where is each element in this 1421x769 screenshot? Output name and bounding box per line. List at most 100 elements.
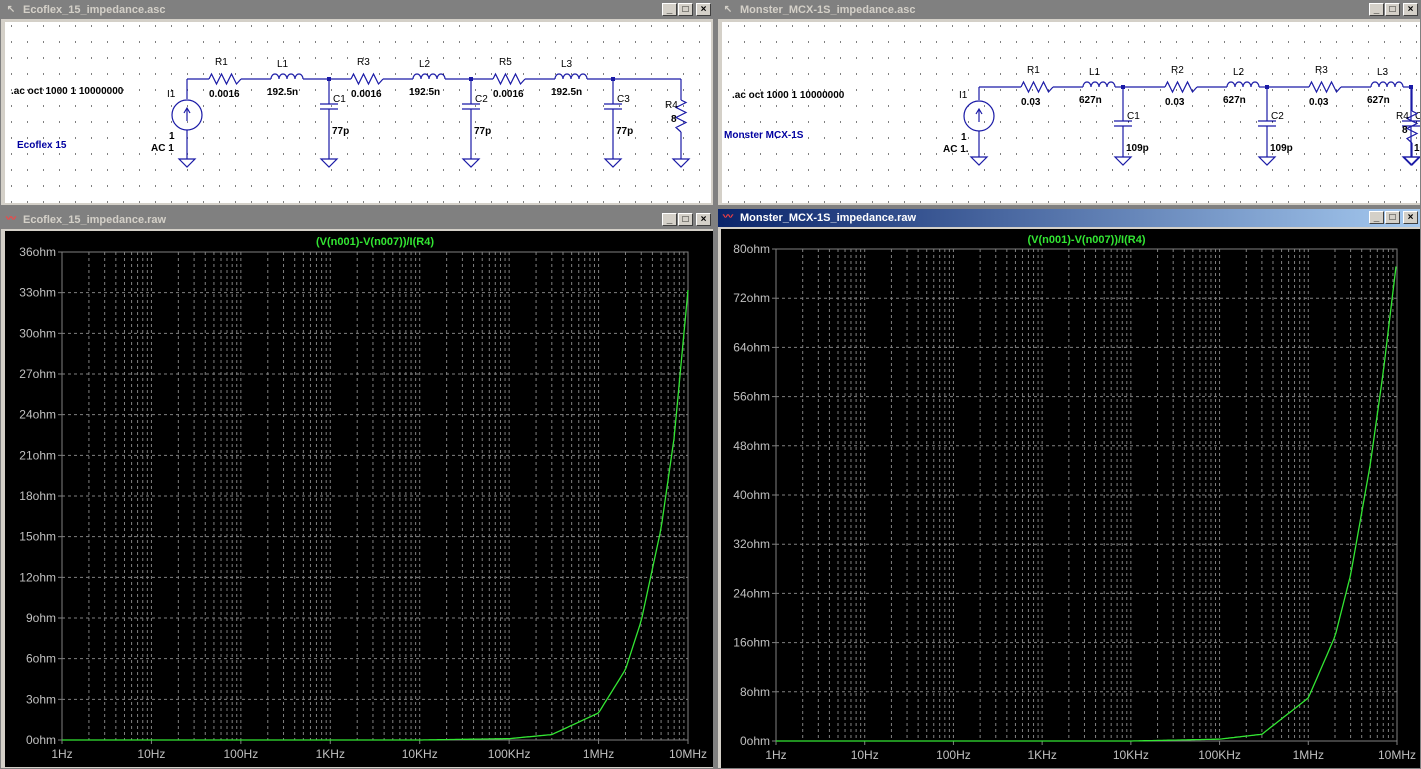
- resistor-name: R1: [1027, 65, 1040, 76]
- y-tick-label: 64ohm: [733, 340, 770, 354]
- resistor-value: 0.03: [1165, 97, 1185, 108]
- y-tick-label: 36ohm: [19, 245, 56, 259]
- waveform-icon: 〰: [723, 212, 733, 223]
- y-tick-label: 32ohm: [733, 537, 770, 551]
- spice-directive: .ac oct 1000 1 10000000: [11, 86, 124, 97]
- x-tick-label: 100KHz: [488, 747, 531, 761]
- maximize-button[interactable]: □: [1385, 3, 1400, 16]
- y-tick-label: 21ohm: [19, 448, 56, 462]
- inductor-symbol: [270, 73, 304, 80]
- x-tick-label: 100Hz: [936, 748, 971, 762]
- maximize-button[interactable]: □: [678, 213, 693, 226]
- y-tick-label: 56ohm: [733, 390, 770, 404]
- resistor-symbol: [492, 72, 526, 86]
- y-tick-label: 72ohm: [733, 291, 770, 305]
- y-tick-label: 24ohm: [19, 408, 56, 422]
- close-button[interactable]: ×: [1403, 211, 1418, 224]
- y-tick-label: 80ohm: [733, 242, 770, 256]
- inductor-name: L3: [561, 59, 573, 70]
- capacitor-name: C1: [333, 94, 346, 105]
- ground-symbol: [461, 158, 481, 168]
- x-tick-label: 10Hz: [137, 747, 165, 761]
- capacitor-name: C3: [617, 94, 630, 105]
- source-ac-value: AC 1: [151, 143, 174, 154]
- plot-area[interactable]: (V(n001)-V(n007))/I(R4) 0ohm 3ohm 6ohm 9ohm 1…: [5, 231, 713, 767]
- x-tick-label: 100Hz: [224, 747, 259, 761]
- resistor-value: 0.0016: [351, 89, 382, 100]
- schematic-drawing[interactable]: .ac oct 1000 1 10000000 Monster MCX-1S I1 1…: [722, 22, 1421, 203]
- trace-title: (V(n001)-V(n007))/I(R4): [316, 236, 434, 248]
- inductor-name: L3: [1377, 67, 1389, 78]
- window-title: Monster_MCX-1S_impedance.raw: [740, 212, 917, 224]
- y-tick-label: 30ohm: [19, 326, 56, 340]
- resistor-symbol: [1020, 80, 1054, 94]
- inductor-symbol: [412, 73, 446, 80]
- inductor-value: 627n: [1223, 95, 1246, 106]
- load-value: 8: [671, 114, 677, 125]
- minimize-button[interactable]: _: [662, 3, 677, 16]
- close-button[interactable]: ×: [1403, 3, 1418, 16]
- capacitor-value: 77p: [332, 126, 349, 137]
- ground-symbol: [1113, 156, 1133, 166]
- plot-titlebar-left[interactable]: 〰 Ecoflex_15_impedance.raw _ □ ×: [1, 211, 713, 229]
- resistor-name: R1: [215, 57, 228, 68]
- source-ac-value: AC 1.: [943, 144, 969, 155]
- source-name: I1: [167, 89, 176, 100]
- x-tick-label: 1Hz: [51, 747, 72, 761]
- schematic-window-right[interactable]: ↖ Monster_MCX-1S_impedance.asc _ □ × .ac…: [717, 0, 1421, 206]
- x-tick-label: 10KHz: [402, 747, 438, 761]
- schematic-canvas[interactable]: .ac oct 1000 1 10000000 Monster MCX-1S I1 1…: [722, 22, 1421, 203]
- inductor-value: 192.5n: [267, 87, 298, 98]
- maximize-button[interactable]: □: [1385, 211, 1400, 224]
- capacitor-value: 109p: [1270, 143, 1293, 154]
- ground-symbol: [319, 158, 339, 168]
- plot-window-left[interactable]: 〰 Ecoflex_15_impedance.raw _ □ × (V(n001…: [0, 210, 714, 769]
- resistor-value: 0.03: [1309, 97, 1329, 108]
- inductor-symbol: [1370, 81, 1404, 88]
- schematic-label: Ecoflex 15: [17, 140, 67, 151]
- plot-area[interactable]: (V(n001)-V(n007))/I(R4) 0ohm 8ohm 16ohm 24oh…: [721, 229, 1421, 769]
- resistor-value: 0.0016: [209, 89, 240, 100]
- load-value: 8: [1402, 125, 1408, 136]
- maximize-button[interactable]: □: [678, 3, 693, 16]
- resistor-name: R5: [499, 57, 512, 68]
- schematic-titlebar-right[interactable]: ↖ Monster_MCX-1S_impedance.asc _ □ ×: [718, 1, 1420, 19]
- window-title: Ecoflex_15_impedance.asc: [23, 4, 166, 16]
- minimize-button[interactable]: _: [1369, 3, 1384, 16]
- ground-symbol: [671, 158, 691, 168]
- trace-title: (V(n001)-V(n007))/I(R4): [1028, 234, 1146, 246]
- dot-grid: [11, 25, 700, 203]
- y-tick-label: 15ohm: [19, 530, 56, 544]
- inductor-symbol: [1082, 81, 1116, 88]
- schematic-canvas[interactable]: .ac oct 1000 1 10000000 Ecoflex 15 I1 1 AC 1…: [5, 22, 711, 203]
- schematic-icon: ↖: [6, 4, 16, 15]
- x-tick-label: 10KHz: [1113, 748, 1149, 762]
- schematic-window-left[interactable]: ↖ Ecoflex_15_impedance.asc _ □ × .ac oct…: [0, 0, 714, 206]
- close-button[interactable]: ×: [696, 213, 711, 226]
- inductor-symbol: [1226, 81, 1260, 88]
- dot-grid: [728, 25, 1417, 203]
- x-tick-label: 10MHz: [669, 747, 707, 761]
- schematic-icon: ↖: [723, 4, 733, 15]
- x-tick-label: 100KHz: [1198, 748, 1241, 762]
- plot-svg[interactable]: (V(n001)-V(n007))/I(R4) 0ohm 3ohm 6ohm 9ohm 1…: [5, 231, 713, 767]
- y-tick-label: 16ohm: [733, 636, 770, 650]
- plot-window-right[interactable]: 〰 Monster_MCX-1S_impedance.raw _ □ × (V(…: [717, 208, 1421, 769]
- plot-svg[interactable]: (V(n001)-V(n007))/I(R4) 0ohm 8ohm 16ohm 24oh…: [721, 229, 1421, 769]
- minimize-button[interactable]: _: [1369, 211, 1384, 224]
- capacitor-value: 77p: [616, 126, 633, 137]
- x-tick-label: 1MHz: [1293, 748, 1324, 762]
- schematic-titlebar-left[interactable]: ↖ Ecoflex_15_impedance.asc _ □ ×: [1, 1, 713, 19]
- inductor-name: L2: [1233, 67, 1245, 78]
- resistor-value: 0.03: [1021, 97, 1041, 108]
- capacitor-name: C2: [475, 94, 488, 105]
- close-button[interactable]: ×: [696, 3, 711, 16]
- inductor-name: L1: [1089, 67, 1101, 78]
- resistor-value: 0.0016: [493, 89, 524, 100]
- schematic-drawing[interactable]: .ac oct 1000 1 10000000 Ecoflex 15 I1 1AC 1…: [5, 22, 711, 203]
- plot-titlebar-right[interactable]: 〰 Monster_MCX-1S_impedance.raw _ □ ×: [718, 209, 1420, 227]
- resistor-name: R3: [1315, 65, 1328, 76]
- minimize-button[interactable]: _: [662, 213, 677, 226]
- inductor-value: 627n: [1079, 95, 1102, 106]
- load-name: R4: [1396, 111, 1409, 122]
